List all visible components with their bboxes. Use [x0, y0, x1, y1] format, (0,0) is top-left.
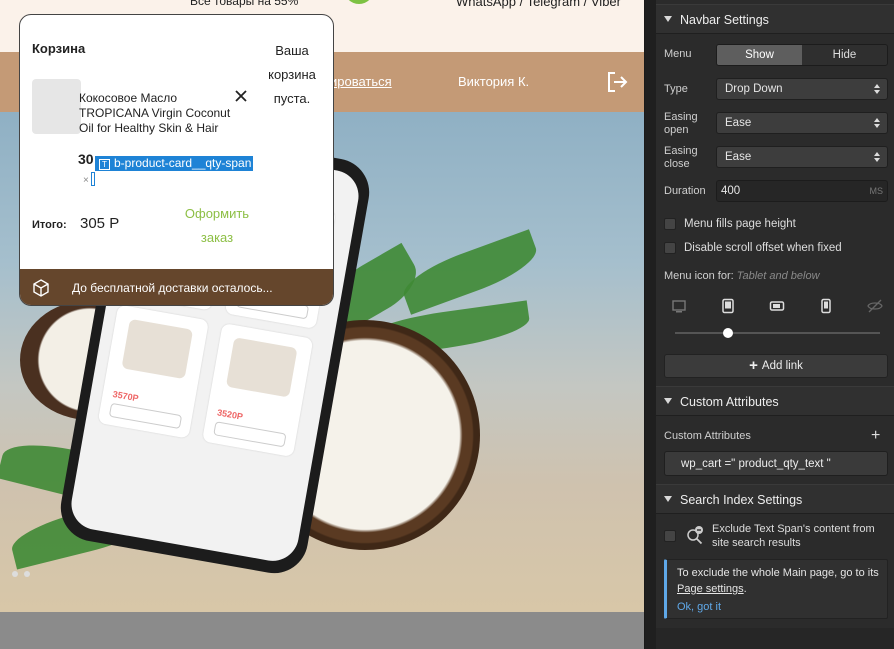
select-arrows-icon — [874, 118, 880, 128]
mobile-portrait-icon[interactable] — [818, 298, 834, 314]
cart-item-name: Кокосовое Масло TROPICANA Virgin Coconut… — [79, 91, 231, 135]
mobile-landscape-icon[interactable] — [769, 298, 785, 314]
ok-got-it-link[interactable]: Ok, got it — [677, 601, 721, 613]
menu-fills-height-checkbox[interactable] — [664, 218, 676, 230]
panel-edge — [645, 0, 656, 649]
info-callout: To exclude the whole Main page, go to it… — [664, 559, 888, 619]
easing-close-value: Ease — [725, 151, 752, 163]
easing-open-value: Ease — [725, 117, 752, 129]
tablet-icon[interactable] — [720, 298, 736, 314]
menu-icon-for-text: Menu icon for: — [664, 270, 734, 282]
close-icon[interactable] — [233, 88, 249, 104]
easing-close-label: Easing close — [664, 145, 698, 170]
menu-show-button[interactable]: Show — [717, 45, 802, 65]
whatsapp-badge-icon — [344, 0, 374, 4]
cart-item-image — [32, 79, 81, 134]
selected-element-class: b-product-card__qty-span — [114, 156, 252, 170]
cart-title: Корзина — [32, 41, 86, 56]
add-link-button[interactable]: + Add link — [664, 354, 888, 378]
cart-popup: Корзина Ваша корзина пуста. Кокосовое Ма… — [19, 14, 334, 306]
qty-span-selection[interactable] — [91, 172, 95, 186]
cart-item-price: 30 — [78, 151, 94, 167]
menu-breakpoint-slider-track[interactable] — [675, 332, 880, 334]
menu-visibility-toggle[interactable]: Show Hide — [716, 44, 888, 66]
page-settings-link[interactable]: Page settings — [677, 583, 744, 595]
type-select-value: Drop Down — [725, 83, 783, 95]
menu-fills-height-label: Menu fills page height — [684, 218, 796, 230]
easing-close-select[interactable]: Ease — [716, 146, 888, 168]
panel-bottom-bar — [656, 628, 894, 649]
caret-down-icon — [664, 496, 672, 502]
package-icon — [33, 279, 49, 297]
custom-attribute-value: wp_cart =" product_qty_text " — [681, 458, 831, 470]
nav-user-name[interactable]: Виктория К. — [458, 74, 529, 89]
selected-element-label[interactable]: Tb-product-card__qty-span — [95, 156, 254, 171]
type-label: Type — [664, 83, 688, 95]
duration-input[interactable]: 400 MS — [716, 180, 888, 202]
custom-attribute-item[interactable]: wp_cart =" product_qty_text " — [664, 451, 888, 476]
duration-unit: MS — [869, 186, 884, 196]
search-index-header[interactable]: Search Index Settings — [656, 484, 894, 514]
cart-total-label: Итого: — [32, 219, 67, 231]
desktop-icon[interactable] — [671, 298, 687, 314]
easing-open-label: Easing open — [664, 111, 698, 136]
topbar-promo-text: Все товары на 55% — [190, 0, 299, 8]
caret-down-icon — [664, 16, 672, 22]
exclude-search-checkbox[interactable] — [664, 530, 676, 542]
topbar-messengers-text: WhatsApp / Telegram / Viber — [456, 0, 621, 9]
free-shipping-text: До бесплатной доставки осталось... — [72, 281, 273, 295]
info-text-after: . — [743, 583, 747, 595]
info-text: To exclude the whole Main page, go to it… — [677, 565, 887, 597]
menu-icon-hint: Tablet and below — [736, 270, 820, 282]
plus-icon: + — [749, 357, 758, 374]
mini-product-card: 3570Р — [97, 304, 210, 439]
hero-pagination[interactable] — [12, 564, 42, 577]
text-span-icon: T — [99, 159, 110, 170]
caret-down-icon — [664, 398, 672, 404]
free-shipping-bar: До бесплатной доставки осталось... — [20, 269, 333, 305]
cart-empty-message: Ваша корзина пуста. — [268, 43, 316, 106]
checkout-button[interactable]: Оформить заказ — [172, 202, 262, 250]
type-select[interactable]: Drop Down — [716, 78, 888, 100]
custom-attributes-header[interactable]: Custom Attributes — [656, 386, 894, 416]
add-link-label: Add link — [761, 360, 803, 372]
qty-multiply-sign: × — [83, 175, 89, 186]
duration-value: 400 — [721, 185, 741, 197]
add-attribute-icon[interactable]: + — [871, 427, 880, 445]
cart-total-value: 305 Р — [80, 215, 120, 232]
info-text-before: To exclude the whole Main page, go to it… — [677, 567, 879, 579]
designer-canvas[interactable]: Все товары на 55% WhatsApp / Telegram / … — [0, 0, 644, 649]
section-title: Search Index Settings — [680, 493, 803, 507]
select-arrows-icon — [874, 84, 880, 94]
hero-bottom-strip — [0, 612, 644, 649]
search-exclude-icon — [687, 526, 703, 545]
menu-breakpoint-slider-knob[interactable] — [723, 328, 733, 338]
duration-label: Duration — [664, 185, 706, 197]
menu-icon-for-label: Menu icon for: Tablet and below — [664, 270, 820, 282]
menu-label: Menu — [664, 48, 692, 60]
section-title: Custom Attributes — [680, 395, 779, 409]
navbar-settings-header[interactable]: Navbar Settings — [656, 4, 894, 34]
easing-open-select[interactable]: Ease — [716, 112, 888, 134]
nav-register-link[interactable]: ироваться — [330, 74, 392, 89]
exclude-search-label: Exclude Text Span's content from site se… — [712, 523, 875, 549]
mini-product-card: 3520Р — [201, 322, 314, 458]
section-title: Navbar Settings — [680, 13, 769, 27]
select-arrows-icon — [874, 152, 880, 162]
menu-hide-button[interactable]: Hide — [802, 45, 887, 65]
settings-panel: Navbar Settings Menu Show Hide Type Drop… — [644, 0, 894, 649]
eye-off-icon[interactable] — [867, 298, 883, 314]
logout-icon[interactable] — [605, 70, 629, 94]
disable-scroll-offset-checkbox[interactable] — [664, 242, 676, 254]
custom-attributes-label: Custom Attributes — [664, 430, 751, 442]
disable-scroll-offset-label: Disable scroll offset when fixed — [684, 242, 842, 254]
